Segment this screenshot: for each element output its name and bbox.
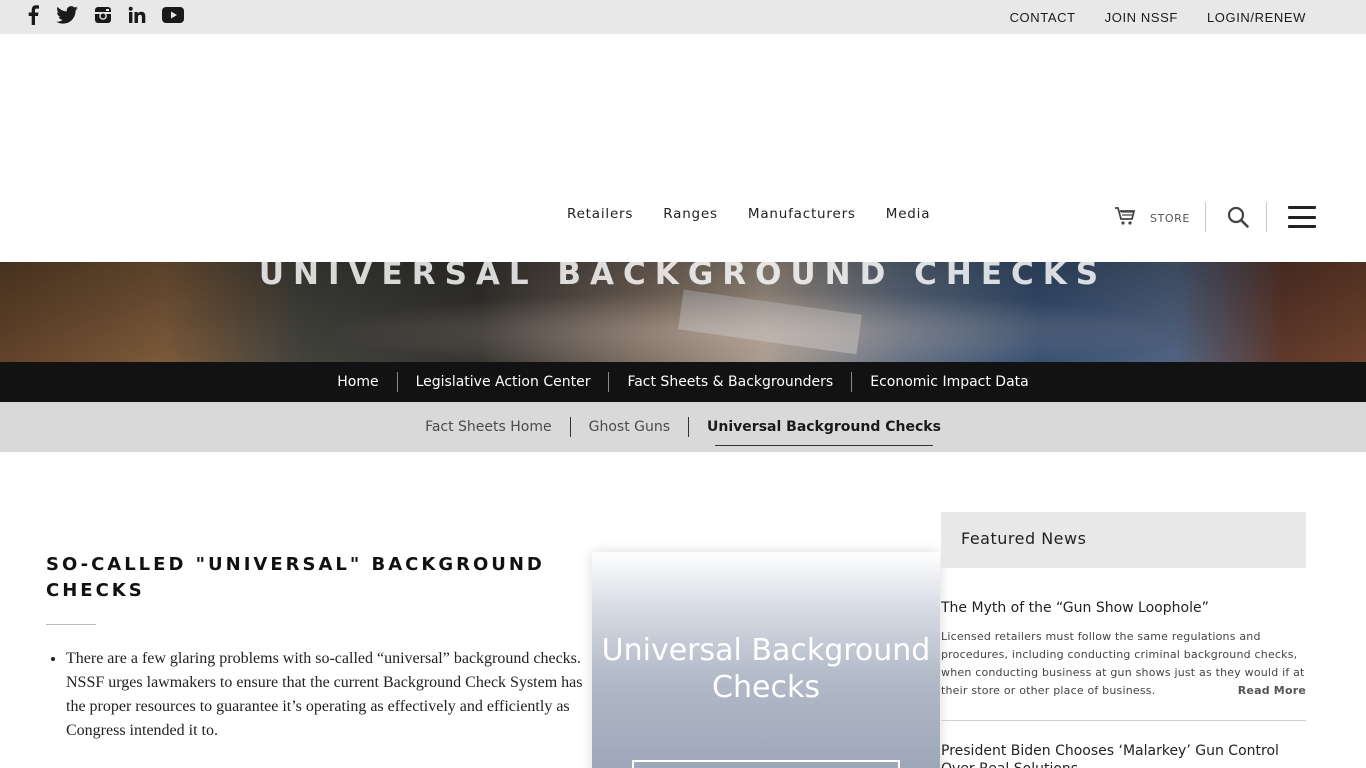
search-icon xyxy=(1226,206,1250,233)
card-title: Universal Background Checks xyxy=(601,633,931,705)
heading-rule xyxy=(46,624,96,625)
twitter-icon[interactable] xyxy=(56,4,78,26)
divider xyxy=(1205,202,1206,232)
featured-news-sidebar: Featured News The Myth of the “Gun Show … xyxy=(941,512,1306,768)
nav-item-ranges[interactable]: Ranges xyxy=(663,206,718,222)
divider xyxy=(1266,202,1267,232)
page-title: UNIVERSAL BACKGROUND CHECKS xyxy=(258,262,1108,292)
cart-icon xyxy=(1114,206,1136,230)
section-nav-legislative-action-center[interactable]: Legislative Action Center xyxy=(396,372,609,392)
nav-item-manufacturers[interactable]: Manufacturers xyxy=(748,206,856,222)
section-nav-home[interactable]: Home xyxy=(319,372,396,392)
list-item: There are a few glaring problems with so… xyxy=(66,647,591,743)
nav-item-retailers[interactable]: Retailers xyxy=(567,206,633,222)
section-nav-economic-impact[interactable]: Economic Impact Data xyxy=(851,372,1047,392)
tab-ghost-guns[interactable]: Ghost Guns xyxy=(569,417,688,437)
section-nav-fact-sheets[interactable]: Fact Sheets & Backgrounders xyxy=(608,372,851,392)
utility-nav: CONTACT JOIN NSSF LOGIN/RENEW xyxy=(1010,10,1306,25)
tab-universal-background-checks[interactable]: Universal Background Checks xyxy=(688,417,959,446)
social-links xyxy=(26,4,200,26)
news-item: President Biden Chooses ‘Malarkey’ Gun C… xyxy=(941,721,1306,768)
topic-card[interactable]: Universal Background Checks xyxy=(592,552,940,768)
contact-link[interactable]: CONTACT xyxy=(1010,10,1076,25)
news-title-link[interactable]: President Biden Chooses ‘Malarkey’ Gun C… xyxy=(941,742,1306,768)
login-renew-link[interactable]: LOGIN/RENEW xyxy=(1207,10,1306,25)
store-link[interactable]: STORE xyxy=(1114,206,1190,230)
youtube-icon[interactable] xyxy=(162,4,184,26)
fact-sheet-tabs: Fact Sheets Home Ghost Guns Universal Ba… xyxy=(0,402,1366,452)
sidebar-heading: Featured News xyxy=(941,512,1306,568)
instagram-icon[interactable] xyxy=(94,4,112,26)
hero-banner: UNIVERSAL BACKGROUND CHECKS xyxy=(0,262,1366,362)
news-excerpt: Licensed retailers must follow the same … xyxy=(941,628,1306,700)
card-button[interactable] xyxy=(632,760,900,768)
read-more-link[interactable]: Read More xyxy=(1238,682,1306,700)
news-title-link[interactable]: The Myth of the “Gun Show Loophole” xyxy=(941,599,1306,617)
linkedin-icon[interactable] xyxy=(128,4,146,26)
top-bar: CONTACT JOIN NSSF LOGIN/RENEW xyxy=(0,0,1366,34)
hamburger-menu-icon[interactable] xyxy=(1288,206,1316,228)
search-button[interactable] xyxy=(1226,205,1250,233)
main-nav: Retailers Ranges Manufacturers Media xyxy=(567,206,930,222)
article-heading: SO-CALLED "UNIVERSAL" BACKGROUND CHECKS xyxy=(46,554,545,601)
nav-item-media[interactable]: Media xyxy=(886,206,931,222)
join-nssf-link[interactable]: JOIN NSSF xyxy=(1105,10,1178,25)
article-bullets: There are a few glaring problems with so… xyxy=(66,647,591,743)
news-item: The Myth of the “Gun Show Loophole” Lice… xyxy=(941,568,1306,721)
tab-fact-sheets-home[interactable]: Fact Sheets Home xyxy=(407,417,570,437)
section-nav: Home Legislative Action Center Fact Shee… xyxy=(0,362,1366,402)
store-label: STORE xyxy=(1150,211,1190,225)
article: SO-CALLED "UNIVERSAL" BACKGROUND CHECKS … xyxy=(46,552,591,757)
facebook-icon[interactable] xyxy=(26,4,40,26)
